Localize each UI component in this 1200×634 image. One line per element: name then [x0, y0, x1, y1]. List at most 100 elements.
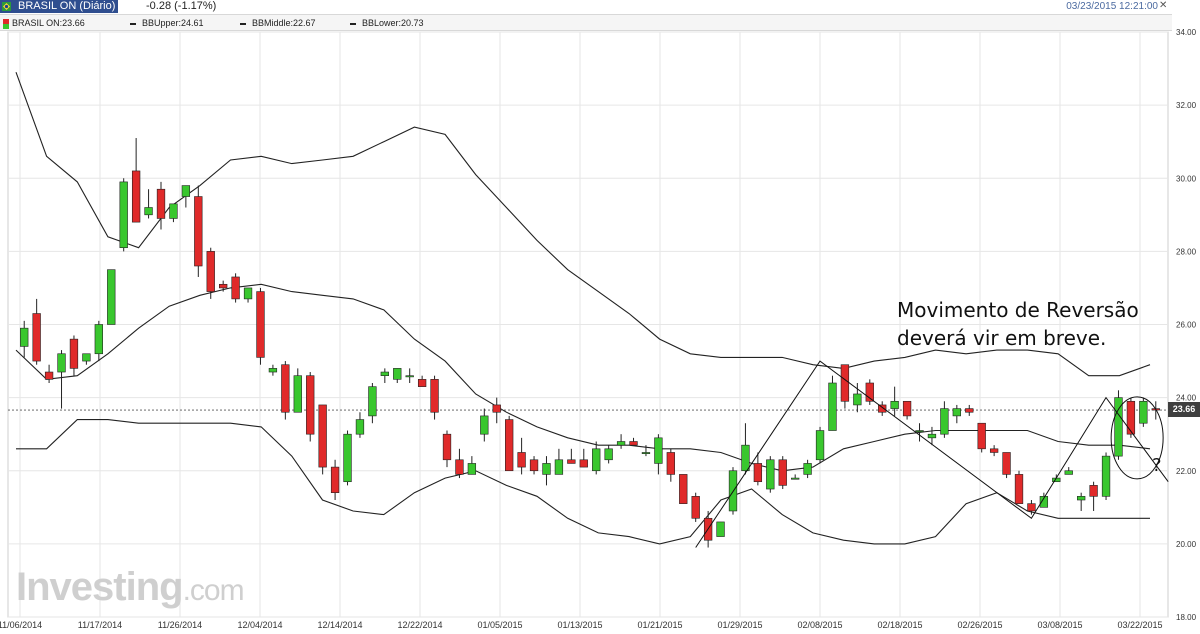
- candle: [840, 364, 850, 409]
- candle: [815, 426, 825, 464]
- candle-body: [766, 459, 775, 490]
- candle-body: [791, 477, 800, 480]
- candle-body: [592, 448, 601, 472]
- candle: [592, 441, 601, 475]
- x-tick-label: 01/21/2015: [637, 620, 682, 630]
- candle-body: [480, 415, 489, 435]
- candle: [890, 386, 899, 416]
- x-tick-label: 02/26/2015: [957, 620, 1002, 630]
- candle: [32, 298, 41, 365]
- candle: [169, 203, 178, 223]
- candle: [131, 138, 141, 223]
- candle: [902, 400, 912, 420]
- candle: [654, 434, 663, 475]
- candle: [1101, 452, 1111, 500]
- candle: [616, 434, 626, 449]
- candle: [69, 335, 79, 376]
- x-tick-label: 02/08/2015: [797, 620, 842, 630]
- candle: [567, 448, 576, 464]
- candle: [330, 459, 340, 500]
- candle-body: [355, 419, 365, 435]
- candle: [753, 452, 763, 486]
- y-tick-label: 30.00: [1176, 174, 1197, 183]
- candle: [1139, 397, 1148, 427]
- candle-body: [554, 459, 564, 475]
- candle: [940, 401, 949, 438]
- watermark-logo: Investing.com: [16, 565, 245, 610]
- y-tick-label: 26.00: [1176, 321, 1197, 330]
- candle: [393, 368, 402, 383]
- candle-body: [542, 463, 551, 475]
- candle-body: [94, 324, 103, 355]
- y-tick-label: 22.00: [1176, 467, 1197, 476]
- candle-body: [567, 459, 576, 464]
- candle-body: [119, 181, 128, 249]
- candle-body: [343, 433, 352, 483]
- candle-body: [1114, 397, 1123, 457]
- candle-body: [318, 404, 327, 468]
- candle-body: [778, 459, 787, 486]
- candle-body: [107, 269, 116, 325]
- candle: [281, 361, 290, 420]
- candle-body: [741, 444, 750, 472]
- candle-body: [679, 474, 688, 504]
- candle: [1114, 390, 1123, 460]
- candle-body: [1077, 496, 1086, 501]
- candle-body: [330, 466, 340, 493]
- candle-body: [206, 251, 215, 292]
- candle: [965, 404, 974, 416]
- candle-body: [517, 452, 526, 468]
- candle-body: [417, 379, 427, 387]
- x-tick-label: 12/14/2014: [317, 620, 362, 630]
- candle-body: [455, 459, 464, 475]
- candle-body: [753, 463, 763, 483]
- candle: [1002, 452, 1011, 479]
- y-tick-label: 28.00: [1176, 247, 1197, 256]
- x-tick-label: 02/18/2015: [877, 620, 922, 630]
- candle-body: [965, 408, 974, 413]
- zigzag-trend-line: [695, 360, 1169, 548]
- candle: [791, 474, 800, 480]
- annotation-question: ?: [1152, 455, 1162, 476]
- candle-body: [20, 327, 29, 347]
- candle: [1089, 481, 1098, 511]
- candle-body: [467, 463, 477, 475]
- candle-body: [293, 375, 302, 413]
- candle: [1077, 492, 1086, 511]
- watermark-suffix: .com: [182, 574, 245, 607]
- candle-body: [281, 364, 290, 413]
- candle-body: [505, 419, 514, 472]
- candle-body: [181, 185, 191, 197]
- candle-body: [989, 448, 999, 453]
- candle-body: [1027, 503, 1036, 512]
- candle: [629, 437, 638, 446]
- candle: [107, 269, 116, 325]
- candle: [828, 375, 837, 431]
- candle: [679, 474, 688, 504]
- candle: [206, 247, 215, 299]
- candle: [878, 401, 887, 416]
- candle: [82, 353, 91, 365]
- candle-body: [57, 353, 66, 373]
- candle-body: [1101, 455, 1111, 497]
- candle: [977, 422, 986, 453]
- candle: [119, 178, 128, 252]
- candle-body: [1064, 470, 1073, 475]
- candle-body: [1126, 400, 1136, 435]
- candle-body: [131, 170, 141, 223]
- candle: [405, 368, 414, 383]
- candle-body: [256, 291, 265, 358]
- candle: [455, 448, 464, 479]
- candle: [318, 404, 327, 475]
- candle-body: [1089, 485, 1098, 497]
- candle: [529, 456, 539, 475]
- candle-body: [442, 433, 452, 461]
- candle: [691, 492, 700, 522]
- candle-body: [243, 287, 253, 300]
- candle-body: [1139, 400, 1148, 424]
- candle: [716, 521, 725, 537]
- candle-body: [691, 496, 700, 519]
- candle-body: [219, 283, 228, 289]
- candle: [194, 185, 203, 277]
- candle-body: [952, 408, 961, 417]
